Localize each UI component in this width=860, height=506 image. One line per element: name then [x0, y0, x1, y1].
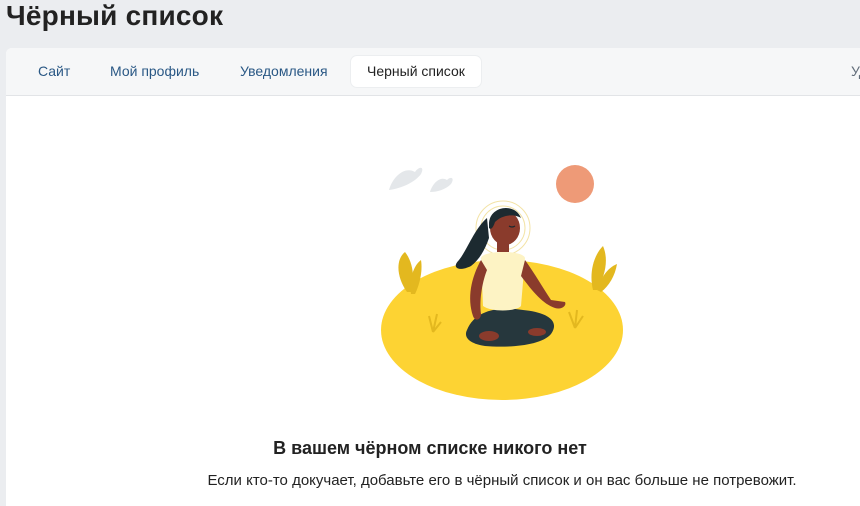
tab-notifications[interactable]: Уведомления: [240, 56, 328, 87]
plant-right-icon: [591, 246, 617, 292]
tab-bar: Сайт Мой профиль Уведомления Черный спис…: [6, 48, 860, 96]
tab-my-profile[interactable]: Мой профиль: [110, 56, 199, 87]
tab-truncated[interactable]: Уд: [851, 56, 860, 87]
cloud-icon: [389, 167, 453, 192]
tab-site[interactable]: Сайт: [38, 56, 70, 87]
tab-blacklist[interactable]: Черный список: [351, 56, 481, 87]
empty-state-subtitle: Если кто-то докучает, добавьте его в чёр…: [207, 472, 797, 489]
page-title: Чёрный список: [6, 0, 224, 31]
meditation-illustration: [381, 165, 623, 400]
sun-icon: [556, 165, 594, 203]
empty-state-title: В вашем чёрном списке никого нет: [273, 438, 587, 458]
